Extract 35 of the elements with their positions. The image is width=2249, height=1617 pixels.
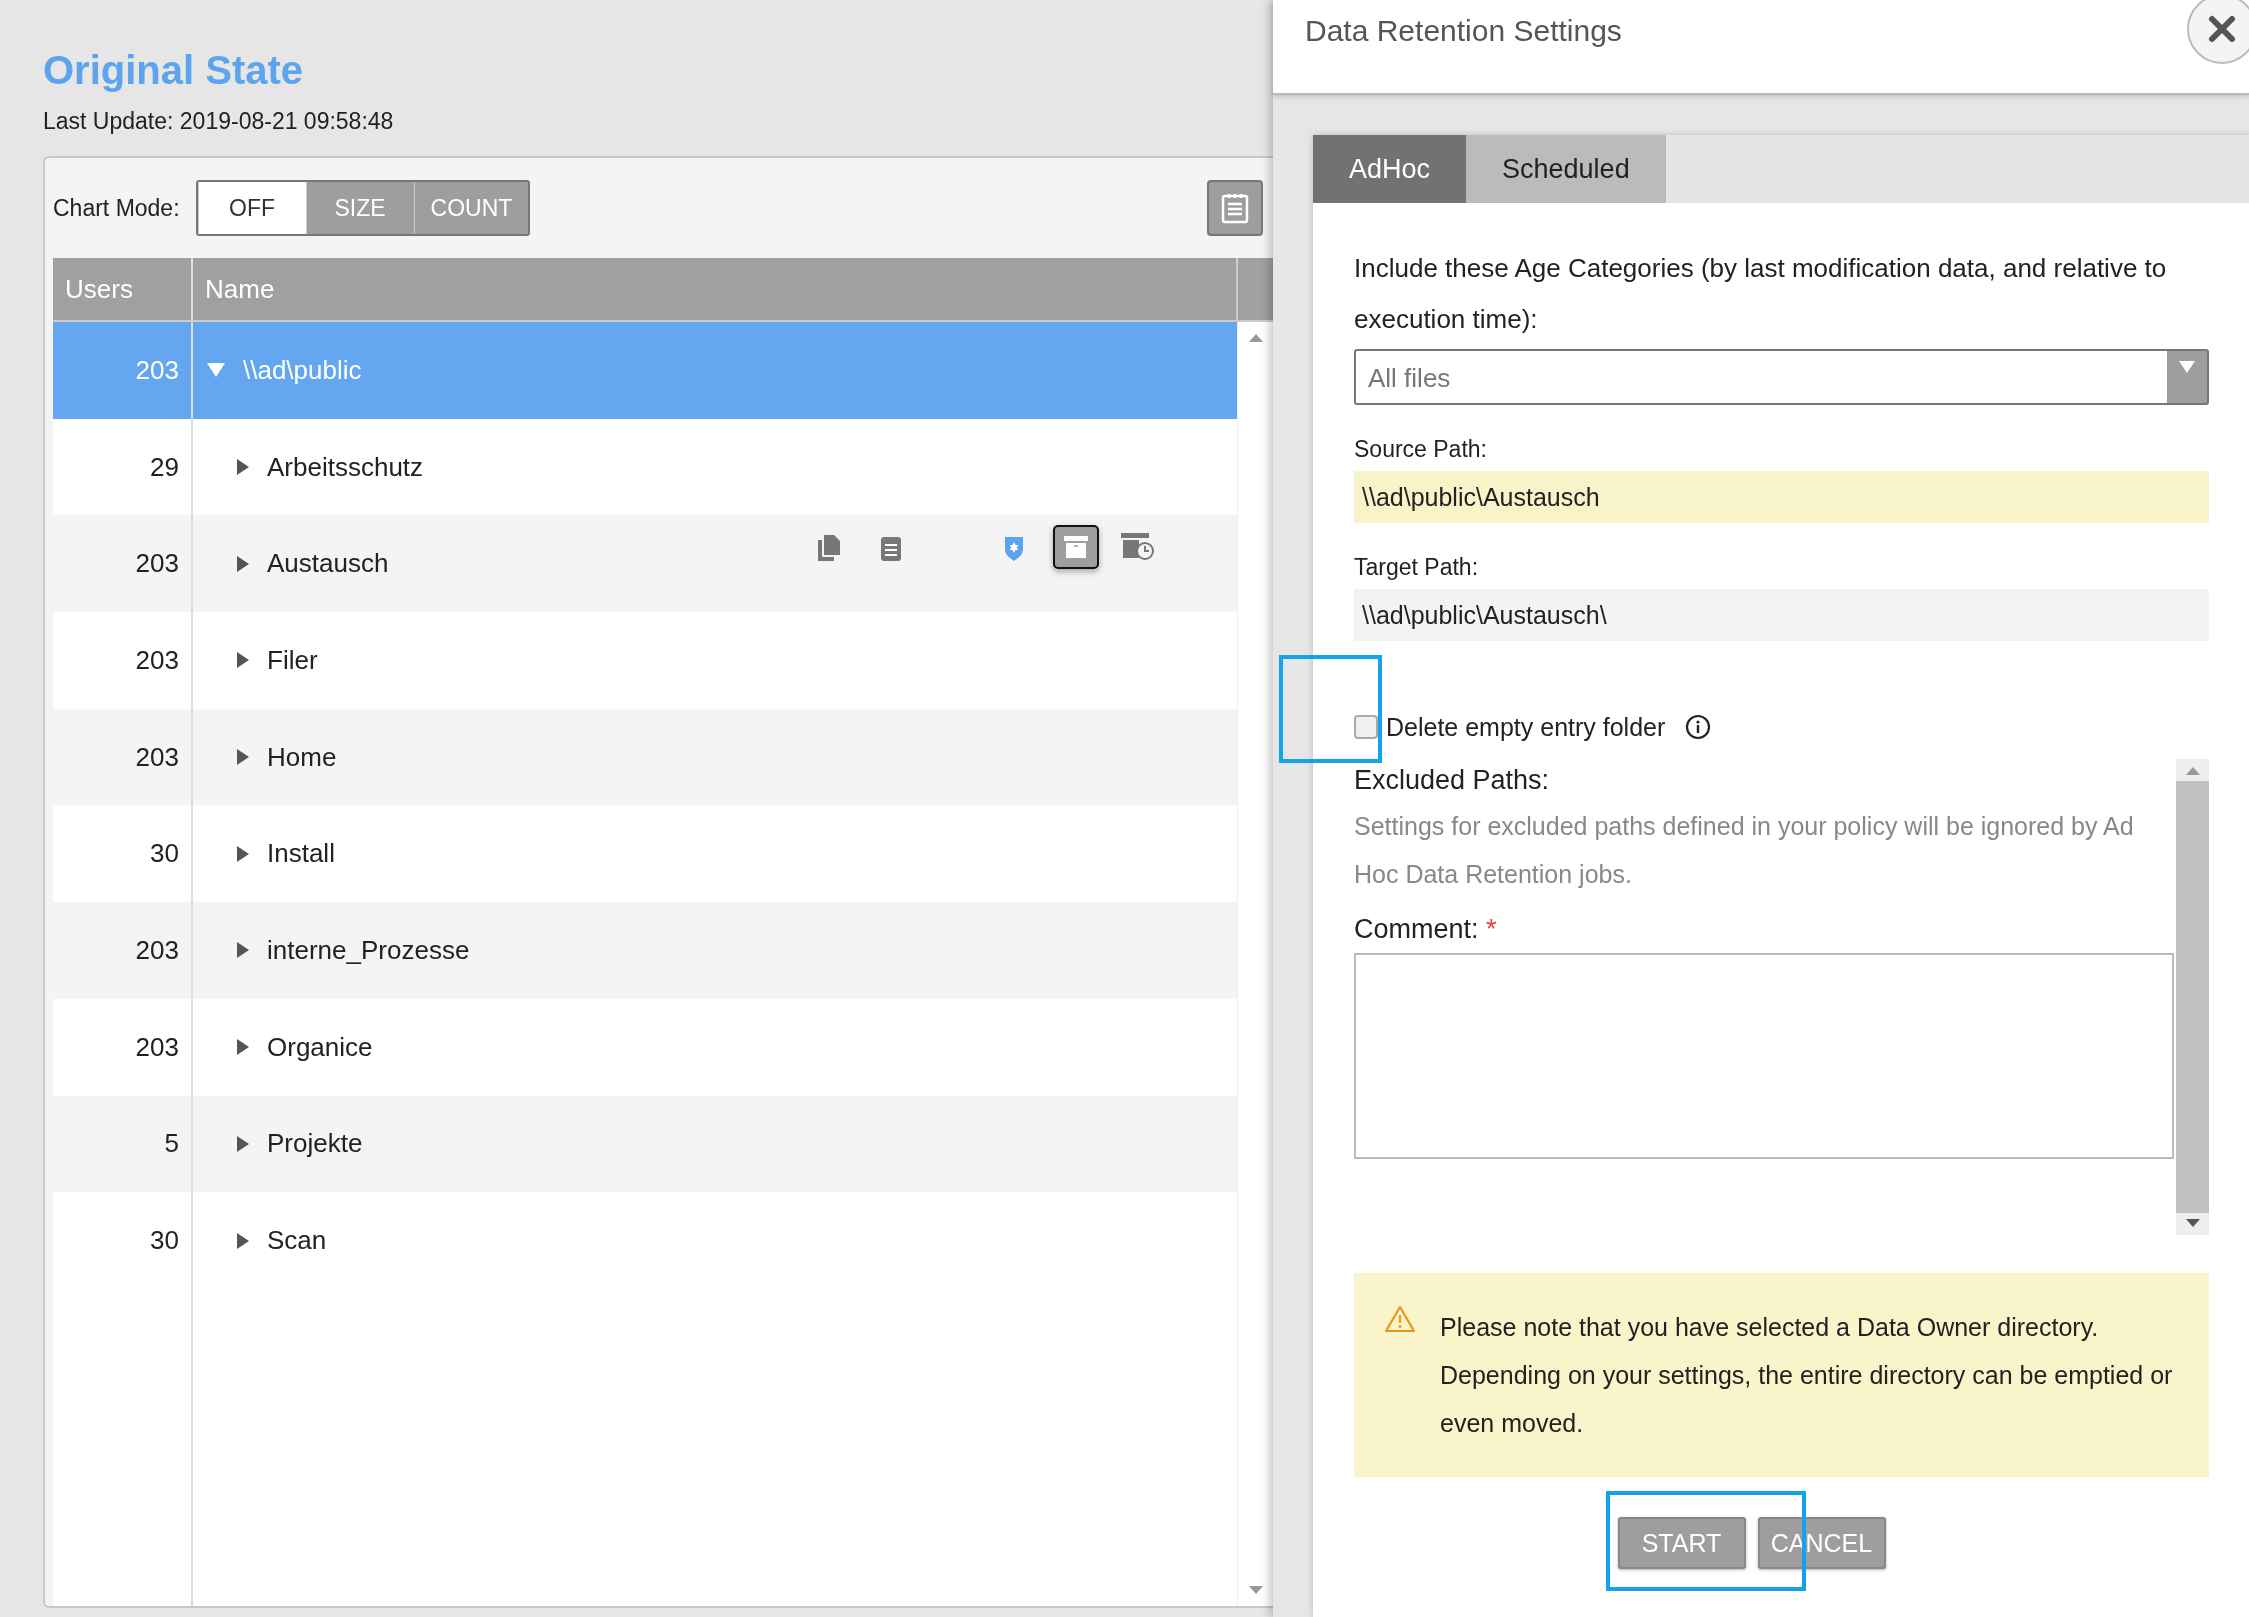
tab[interactable]: AdHoc (1313, 135, 1467, 203)
column-header: Users (53, 258, 193, 320)
table-cell: 30 (53, 1192, 193, 1289)
checkbox-label: Delete empty entry folder (1386, 712, 1666, 742)
target-path-label: Target Path: (1354, 553, 1480, 582)
last-update-text: Last Update: 2019-08-21 09:58:48 (43, 107, 395, 136)
chart-mode-label: Chart Mode: (53, 194, 180, 222)
source-path-field[interactable]: \\ad\public\Austausch (1354, 471, 2209, 523)
age-categories-label: Include these Age Categories (by last modification data, and relative to execution time): (1354, 252, 2168, 336)
age-category-select[interactable]: All files (1354, 349, 2209, 405)
comment-label: Comment: * (1354, 914, 1498, 945)
excluded-paths-note: Settings for excluded paths defined in your policy will be ignored by Ad Hoc Data Retention jobs. (1354, 811, 2135, 890)
table-cell: Projekte (267, 1128, 363, 1160)
dialog-title: Data Retention Settings (1304, 13, 1623, 48)
excluded-paths-label: Excluded Paths: (1354, 765, 1551, 796)
tree-row[interactable]: 5 Projekte (53, 1095, 1237, 1193)
tree-row[interactable]: 203 Austausch (53, 515, 1237, 613)
table-cell: Filer (267, 644, 318, 676)
table-cell: Scan (267, 1225, 327, 1257)
section-title: Original State (43, 47, 305, 94)
tree-row[interactable]: 203 interne_Prozesse (53, 902, 1237, 999)
table-cell: Home (267, 741, 337, 773)
chart-mode-option[interactable]: OFF (197, 182, 306, 234)
target-path-field[interactable]: \\ad\public\Austausch\ (1354, 589, 2209, 641)
table-cell: Arbeitsschutz (267, 451, 424, 483)
source-path-label: Source Path: (1354, 435, 1488, 464)
table-cell: Austausch (267, 548, 389, 580)
table-cell: interne_Prozesse (267, 934, 470, 966)
warning-text: Please note that you have selected a Data Owner directory. Depending on your settings, the entire directory can be emptied or even moved. (1440, 1312, 2174, 1439)
tree-row[interactable]: 203 Home (53, 708, 1237, 806)
table-cell: \\ad\public (243, 354, 362, 386)
table-cell: Organice (267, 1031, 373, 1063)
table-cell: Install (267, 838, 335, 870)
column-header: Name (204, 272, 276, 306)
tab[interactable]: Scheduled (1466, 135, 1666, 203)
